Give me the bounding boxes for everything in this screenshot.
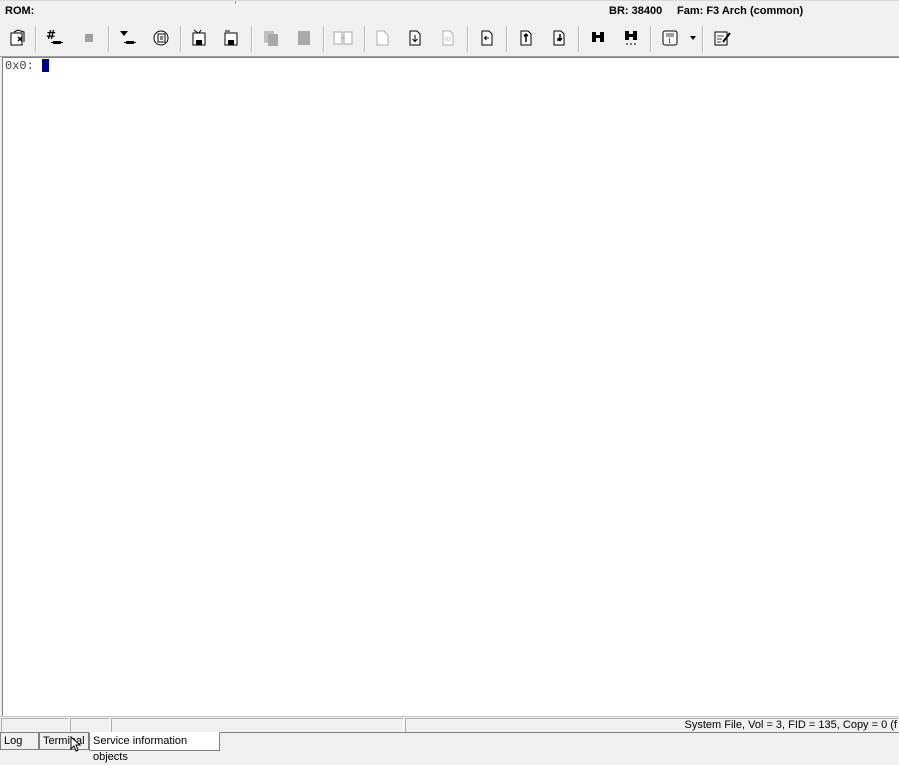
edit-icon (714, 31, 731, 46)
find-icon (592, 32, 604, 42)
find-button[interactable] (587, 27, 609, 49)
toolbar-separator (506, 26, 508, 52)
toolbar-separator (35, 26, 37, 52)
save-icon (192, 29, 206, 46)
baud-rate-label: BR: 38400 (609, 5, 663, 17)
save-as-button[interactable] (220, 27, 242, 49)
exit-button[interactable] (7, 27, 29, 49)
connect-icon: # (46, 28, 63, 44)
tab-label: Log (4, 735, 23, 747)
refresh-button[interactable] (150, 27, 172, 49)
toolbar-separator (323, 26, 325, 52)
find-next-icon (625, 31, 637, 45)
toolbar-separator (364, 26, 366, 52)
file-info-icon: 03 (442, 30, 454, 46)
new-file-button[interactable] (372, 27, 394, 49)
file-open-icon (481, 30, 493, 46)
toolbar-separator (467, 26, 469, 52)
file-download-icon (409, 30, 421, 46)
toolbar-separator (108, 26, 110, 52)
toolbar-separator (650, 26, 652, 52)
family-label: Fam: F3 Arch (common) (677, 5, 804, 17)
tab-log[interactable]: Log (0, 733, 39, 750)
stop-icon (85, 34, 93, 42)
file-info-button[interactable]: 03 (437, 27, 459, 49)
toolbar-separator (702, 26, 704, 52)
stop-button[interactable] (78, 27, 100, 49)
download-button[interactable] (116, 27, 138, 49)
status-pane (111, 718, 404, 733)
svg-text:#: # (46, 28, 56, 42)
text-cursor (42, 59, 49, 72)
toolbar-separator (578, 26, 580, 52)
toolbar-separator (251, 26, 253, 52)
copy-button[interactable] (260, 27, 282, 49)
refresh-icon (153, 30, 169, 46)
tab-strip: Log Terminal Service information objects (0, 732, 899, 763)
mouse-cursor-icon (70, 736, 82, 752)
compare-button[interactable] (332, 27, 354, 49)
paste-icon (298, 31, 310, 45)
file-open-button[interactable] (476, 27, 498, 49)
download-icon (120, 31, 136, 44)
status-pane (70, 718, 110, 733)
connect-button[interactable]: # (43, 27, 65, 49)
save-as-icon (224, 30, 238, 46)
status-pane (1, 718, 69, 733)
terminal-area[interactable]: 0x0: (2, 57, 899, 716)
svg-text:03: 03 (445, 37, 451, 43)
find-next-button[interactable] (620, 27, 642, 49)
info-scroll-button[interactable]: i (659, 27, 681, 49)
paste-button[interactable] (293, 27, 315, 49)
copy-icon (264, 31, 278, 46)
chevron-down-icon[interactable] (690, 36, 696, 40)
info-scroll-icon: i (662, 30, 678, 46)
rom-label: ROM: (5, 5, 35, 17)
edit-button[interactable] (711, 27, 733, 49)
divider (235, 1, 236, 4)
save-button[interactable] (188, 27, 210, 49)
new-file-icon (376, 30, 389, 46)
upload-button[interactable] (515, 27, 537, 49)
toolbar: # 03 i (0, 20, 899, 57)
info-bar: ROM: BR: 38400 Fam: F3 Arch (common) (0, 0, 899, 21)
exit-icon (10, 29, 25, 46)
terminal-prompt: 0x0: (5, 59, 34, 73)
tab-label: Service information objects (93, 735, 188, 763)
tab-service-information-objects[interactable]: Service information objects (89, 732, 220, 763)
compare-icon (333, 31, 353, 45)
status-bar: System File, Vol = 3, FID = 135, Copy = … (0, 716, 899, 733)
toolbar-separator (180, 26, 182, 52)
file-download-button[interactable] (404, 27, 426, 49)
upload-icon (520, 30, 532, 46)
download-file-button[interactable] (548, 27, 570, 49)
download-file-icon (553, 30, 565, 46)
status-info-text: System File, Vol = 3, FID = 135, Copy = … (684, 719, 897, 731)
